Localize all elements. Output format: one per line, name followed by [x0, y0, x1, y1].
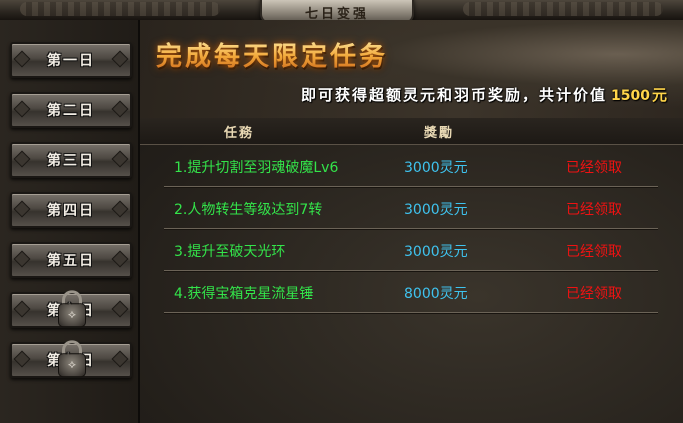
banner-amount: 1500	[611, 88, 650, 104]
day-tab-2[interactable]: 第二日	[10, 92, 132, 128]
day-tab-7[interactable]: 第七日	[10, 340, 132, 378]
day-tab-6[interactable]: 第六日	[10, 290, 132, 328]
padlock-icon	[58, 340, 86, 378]
claim-status[interactable]: 已经领取	[566, 199, 622, 219]
day-tab-label: 第一日	[47, 53, 95, 69]
task-reward: 3000灵元	[404, 244, 468, 260]
task-row: 3.提升至破天光环 3000灵元 已经领取	[164, 229, 658, 271]
column-header-reward: 獎勵	[424, 126, 455, 141]
task-row: 1.提升切割至羽魂破魔Lv6 3000灵元 已经领取	[164, 145, 658, 187]
task-reward: 3000灵元	[404, 160, 468, 176]
day-sidebar: 第一日 第二日 第三日 第四日 第五日 第六日 第七日	[0, 20, 140, 423]
day-tab-1[interactable]: 第一日	[10, 42, 132, 78]
day-tab-3[interactable]: 第三日	[10, 142, 132, 178]
padlock-icon	[58, 290, 86, 328]
seven-day-panel: 七日变强 第一日 第二日 第三日 第四日 第五日 第六日 第七日	[0, 0, 683, 423]
banner-subline: 即可获得超额灵元和羽币奖励，共计价值 1500 元	[301, 84, 669, 105]
banner-unit: 元	[651, 86, 669, 104]
task-reward: 8000灵元	[404, 286, 468, 302]
day-tab-label: 第三日	[47, 153, 95, 169]
day-tab-4[interactable]: 第四日	[10, 192, 132, 228]
task-description: 3.提升至破天光环	[174, 244, 286, 260]
window-title: 七日变强	[304, 6, 369, 22]
task-row: 2.人物转生等级达到7转 3000灵元 已经领取	[164, 187, 658, 229]
claim-status[interactable]: 已经领取	[566, 283, 622, 303]
task-description: 1.提升切割至羽魂破魔Lv6	[174, 160, 339, 176]
task-description: 4.获得宝箱克星流星锤	[174, 286, 314, 302]
day-tab-label: 第四日	[47, 203, 95, 219]
task-description: 2.人物转生等级达到7转	[174, 202, 323, 218]
task-row: 4.获得宝箱克星流星锤 8000灵元 已经领取	[164, 271, 658, 313]
task-reward: 3000灵元	[404, 202, 468, 218]
reward-banner: 完成每天限定任务 即可获得超额灵元和羽币奖励，共计价值 1500 元	[140, 20, 683, 119]
banner-headline: 完成每天限定任务	[156, 36, 388, 73]
day-tab-label: 第二日	[47, 103, 95, 119]
day-tab-5[interactable]: 第五日	[10, 242, 132, 278]
day-tab-label: 第五日	[47, 253, 95, 269]
task-table-header: 任務 獎勵	[140, 118, 683, 145]
column-header-task: 任務	[224, 126, 255, 141]
banner-subline-text: 即可获得超额灵元和羽币奖励，共计价值	[301, 86, 608, 104]
claim-status[interactable]: 已经领取	[566, 157, 622, 177]
claim-status[interactable]: 已经领取	[566, 241, 622, 261]
